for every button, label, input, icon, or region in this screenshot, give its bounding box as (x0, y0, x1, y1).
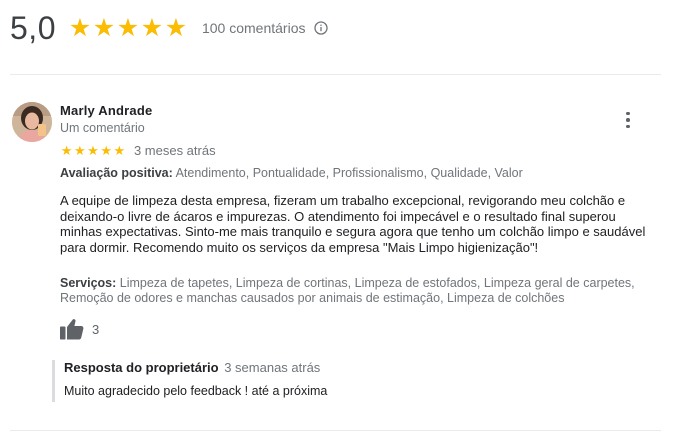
star-icon: ★ (100, 142, 112, 158)
services-label: Serviços: (60, 276, 117, 290)
divider (10, 74, 661, 75)
divider (10, 430, 661, 431)
owner-response: Resposta do proprietário 3 semanas atrás… (52, 360, 327, 402)
star-icon: ★ (68, 14, 92, 42)
review-date: 3 meses atrás (133, 143, 216, 158)
more-options-icon[interactable] (620, 108, 636, 132)
summary-stars: ★ ★ ★ ★ ★ (68, 13, 188, 43)
owner-response-text: Muito agradecido pelo feedback ! até a p… (64, 384, 328, 398)
star-icon: ★ (60, 142, 73, 158)
positive-assessment: Avaliação positiva: Atendimento, Pontual… (60, 166, 523, 180)
star-icon: ★ (116, 14, 140, 42)
rating-summary: 5,0 ★ ★ ★ ★ ★ 100 comentários (10, 8, 328, 48)
star-icon: ★ (92, 14, 116, 42)
avatar[interactable] (12, 102, 52, 142)
thumbs-up-icon[interactable] (60, 318, 84, 340)
average-score: 5,0 (10, 10, 56, 46)
star-icon: ★ (73, 142, 86, 158)
review-rating-row: ★ ★ ★ ★ ★ 3 meses atrás (60, 143, 216, 158)
info-icon[interactable] (313, 21, 328, 35)
star-icon: ★ (87, 142, 99, 158)
owner-response-title: Resposta do proprietário (64, 360, 219, 375)
owner-response-date: 3 semanas atrás (224, 360, 321, 375)
review-text: A equipe de limpeza desta empresa, fizer… (60, 193, 646, 255)
review-stars: ★ ★ ★ ★ ★ (60, 142, 126, 158)
star-icon: ★ (164, 14, 188, 42)
services-values: Limpeza de tapetes, Limpeza de cortinas,… (60, 276, 635, 306)
services: Serviços: Limpeza de tapetes, Limpeza de… (60, 276, 660, 307)
like-count: 3 (92, 321, 100, 337)
star-icon: ★ (113, 142, 126, 158)
reviewer-name[interactable]: Marly Andrade (60, 103, 152, 118)
reviewer-review-count: Um comentário (60, 121, 145, 135)
positive-label: Avaliação positiva: (60, 166, 173, 180)
owner-response-header: Resposta do proprietário 3 semanas atrás (64, 360, 327, 376)
star-icon: ★ (140, 14, 164, 42)
review-count: 100 comentários (201, 20, 306, 36)
like-button[interactable]: 3 (60, 318, 99, 340)
positive-values: Atendimento, Pontualidade, Profissionali… (175, 166, 523, 180)
